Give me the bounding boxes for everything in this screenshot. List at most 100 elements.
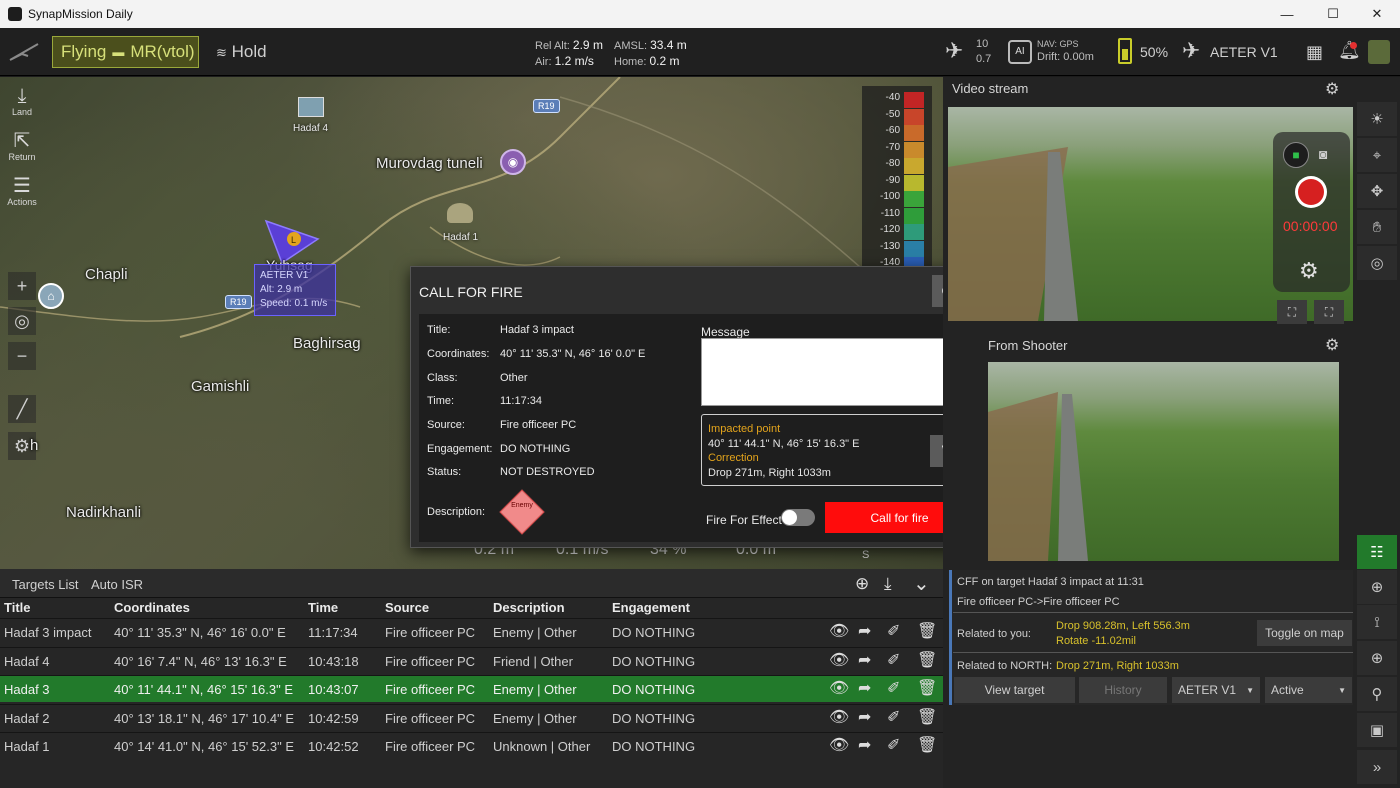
delete-icon[interactable]: 🗑︎ xyxy=(917,707,937,727)
fullscreen-button[interactable]: ⛶ xyxy=(1314,300,1344,324)
delete-icon[interactable]: 🗑︎ xyxy=(917,735,937,755)
scale-row: -110 xyxy=(862,207,932,224)
add-target-icon[interactable]: ⊕ xyxy=(855,574,869,594)
antenna-poi-icon[interactable]: ⌂ xyxy=(38,283,64,309)
fit-view-button[interactable]: ⛶ xyxy=(1277,300,1307,324)
edit-icon[interactable]: ✐ xyxy=(887,707,900,727)
flight-status-chip[interactable]: Flying ▬ MR(vtol) xyxy=(52,36,199,68)
row-time: 10:43:07 xyxy=(308,682,359,697)
table-row[interactable]: Hadaf 4 40° 16' 7.4" N, 46° 13' 16.3" E 10… xyxy=(0,646,943,674)
view-icon[interactable]: 👁︎ xyxy=(829,621,849,641)
vehicle-name[interactable]: AETER V1 xyxy=(1210,44,1278,60)
shooter-settings-icon[interactable]: ⚙ xyxy=(1325,335,1339,355)
joystick-icon[interactable]: ⚲ xyxy=(1357,677,1397,711)
column-engagement[interactable]: Engagement xyxy=(612,600,690,615)
scale-label: -120 xyxy=(879,224,900,235)
maximize-button[interactable]: ☐ xyxy=(1310,0,1356,28)
locate-button[interactable]: ◎ xyxy=(8,307,36,335)
edit-icon[interactable]: ✐ xyxy=(887,621,900,641)
crosshair-icon[interactable]: ⊕ xyxy=(1357,570,1397,604)
table-row[interactable]: Hadaf 3 impact 40° 11' 35.3" N, 46° 16' 0… xyxy=(0,618,943,645)
scale-row: -40 xyxy=(862,92,932,108)
land-button[interactable]: ⤓ Land xyxy=(6,85,38,117)
view-icon[interactable]: 👁︎ xyxy=(829,650,849,670)
road-badge-2: R19 xyxy=(225,295,252,309)
enemy-symbol-label: Enemy xyxy=(511,502,533,509)
toggle-on-map-button[interactable]: Toggle on map xyxy=(1257,620,1352,646)
edit-icon[interactable]: ✐ xyxy=(887,650,900,670)
tab-targets-list[interactable]: Targets List xyxy=(12,577,78,592)
photo-mode-icon[interactable]: ◙ xyxy=(1319,146,1327,162)
column-time[interactable]: Time xyxy=(308,600,338,615)
column-description[interactable]: Description xyxy=(493,600,565,615)
edit-icon[interactable]: ✐ xyxy=(887,735,900,755)
fire-for-effect-toggle[interactable] xyxy=(781,509,815,526)
home-distance-readout: Home: 0.2 m xyxy=(614,54,680,68)
zoom-in-button[interactable]: + xyxy=(8,272,36,300)
minimize-button[interactable]: — xyxy=(1264,0,1310,28)
brightness-icon[interactable]: ☀ xyxy=(1357,102,1397,136)
layout-grid-icon[interactable]: ▦ xyxy=(1306,42,1323,63)
expand-right-icon[interactable]: » xyxy=(1357,750,1397,784)
delete-icon[interactable]: 🗑︎ xyxy=(917,621,937,641)
history-button[interactable]: History xyxy=(1079,677,1167,703)
scan-icon[interactable]: ◎ xyxy=(1357,246,1397,280)
message-input[interactable] xyxy=(701,338,974,406)
video-mode-icon[interactable]: ■ xyxy=(1283,142,1309,168)
delete-icon[interactable]: 🗑︎ xyxy=(917,650,937,670)
murovdag-label: Murovdag tuneli xyxy=(376,155,483,172)
description-label: Description: xyxy=(427,506,486,518)
title-value: Hadaf 3 impact xyxy=(500,324,574,336)
table-row[interactable]: Hadaf 3 40° 11' 44.1" N, 46° 15' 16.3" E 1… xyxy=(0,675,943,702)
map-label-h: h xyxy=(30,437,39,454)
row-coordinates: 40° 14' 41.0" N, 46° 15' 52.3" E xyxy=(114,739,294,754)
table-row[interactable]: Hadaf 1 40° 14' 41.0" N, 46° 15' 52.3" E 1… xyxy=(0,732,943,759)
share-icon[interactable]: ➦ xyxy=(858,650,871,670)
column-source[interactable]: Source xyxy=(385,600,429,615)
status-select[interactable]: Active ▼ xyxy=(1265,677,1352,703)
close-window-button[interactable]: ✕ xyxy=(1354,0,1400,28)
row-source: Fire officeer PC xyxy=(385,710,476,726)
flight-mode-selector[interactable]: ≋ Hold xyxy=(216,42,267,62)
record-button[interactable] xyxy=(1295,176,1327,208)
share-icon[interactable]: ➦ xyxy=(858,621,871,641)
view-icon[interactable]: 👁︎ xyxy=(829,735,849,755)
gamepad-icon[interactable]: ✥ xyxy=(1357,174,1397,208)
column-title[interactable]: Title xyxy=(4,600,31,615)
vehicle-select[interactable]: AETER V1 ▼ xyxy=(1172,677,1260,703)
camera-poi-icon[interactable]: ◉ xyxy=(500,149,526,175)
target-frame-icon[interactable]: ⌖ xyxy=(1357,138,1397,172)
view-target-button[interactable]: View target xyxy=(954,677,1075,703)
edit-icon[interactable]: ✐ xyxy=(887,678,900,698)
cff-route: Fire officeer PC->Fire officeer PC xyxy=(957,596,1120,608)
avatar[interactable] xyxy=(1368,40,1390,64)
ruler-button[interactable]: ╱ xyxy=(8,395,36,423)
image-icon[interactable]: ▣ xyxy=(1357,713,1397,747)
shooter-stream[interactable] xyxy=(988,362,1339,561)
camera-settings-icon[interactable]: ⚙ xyxy=(1299,258,1319,284)
column-coordinates[interactable]: Coordinates xyxy=(114,600,190,615)
checklist-icon[interactable]: ☷ xyxy=(1357,535,1397,569)
globe-icon[interactable]: ⊕ xyxy=(1357,641,1397,675)
share-icon[interactable]: ➦ xyxy=(858,735,871,755)
share-icon[interactable]: ➦ xyxy=(858,678,871,698)
hand-icon[interactable]: ✋︎ xyxy=(1357,210,1397,244)
tab-auto-isr[interactable]: Auto ISR xyxy=(91,577,143,592)
return-button[interactable]: ⇱ Return xyxy=(6,130,38,162)
collapse-icon[interactable]: ⌄ xyxy=(913,571,930,596)
actions-button[interactable]: ☰ Actions xyxy=(6,175,38,207)
status-select-value: Active xyxy=(1271,683,1304,697)
compass-letter: S xyxy=(862,549,870,561)
radio-tower-icon[interactable]: ⟟ xyxy=(1357,605,1397,639)
impacted-point-value: 40° 11' 44.1" N, 46° 15' 16.3" E xyxy=(708,437,860,450)
hadaf1-marker-icon[interactable] xyxy=(447,203,473,223)
delete-icon[interactable]: 🗑︎ xyxy=(917,678,937,698)
view-icon[interactable]: 👁︎ xyxy=(829,707,849,727)
zoom-out-button[interactable]: − xyxy=(8,342,36,370)
download-icon[interactable]: ⤓ xyxy=(884,574,892,594)
video-settings-icon[interactable]: ⚙ xyxy=(1325,79,1339,99)
table-row[interactable]: Hadaf 2 40° 13' 18.1" N, 46° 17' 10.4" E 1… xyxy=(0,703,943,731)
hadaf4-marker-icon[interactable] xyxy=(298,97,324,117)
share-icon[interactable]: ➦ xyxy=(858,707,871,727)
view-icon[interactable]: 👁︎ xyxy=(829,678,849,698)
